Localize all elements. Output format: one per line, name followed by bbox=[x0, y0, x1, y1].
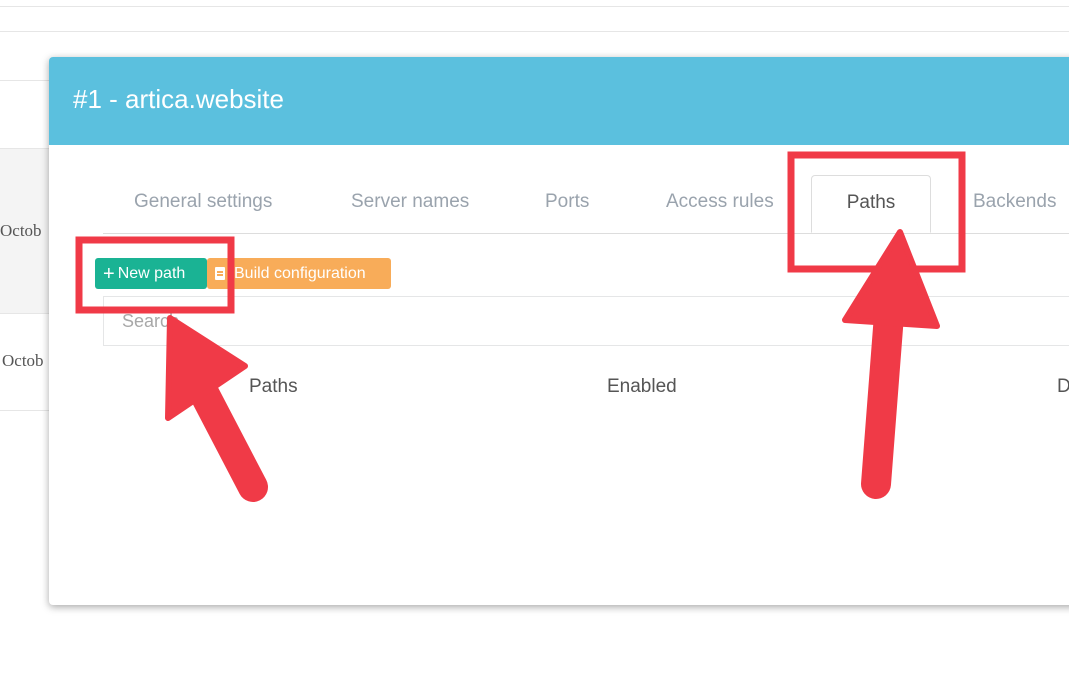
new-path-button[interactable]: + New path bbox=[95, 258, 207, 289]
tabs-divider bbox=[103, 233, 1069, 234]
plus-icon: + bbox=[103, 262, 115, 285]
column-header-enabled[interactable]: Enabled bbox=[607, 376, 677, 398]
build-configuration-label: Build configuration bbox=[234, 264, 366, 282]
tab-backends[interactable]: Backends bbox=[973, 191, 1056, 213]
column-header-d[interactable]: D bbox=[1057, 376, 1069, 398]
column-header-paths[interactable]: Paths bbox=[249, 376, 298, 398]
new-path-label: New path bbox=[117, 264, 186, 282]
divider bbox=[0, 6, 1069, 7]
tab-ports[interactable]: Ports bbox=[545, 191, 589, 213]
divider bbox=[0, 31, 1069, 32]
tab-general-settings[interactable]: General settings bbox=[134, 191, 272, 213]
tab-access-rules[interactable]: Access rules bbox=[666, 191, 774, 213]
site-modal: #1 - artica.website General settings Ser… bbox=[49, 57, 1069, 605]
tab-paths[interactable]: Paths bbox=[811, 175, 931, 233]
search-input[interactable] bbox=[103, 296, 1069, 346]
modal-title: #1 - artica.website bbox=[73, 84, 284, 114]
modal-header: #1 - artica.website bbox=[49, 57, 1069, 145]
build-configuration-button[interactable]: Build configuration bbox=[207, 258, 391, 289]
document-icon bbox=[215, 267, 225, 280]
tab-server-names[interactable]: Server names bbox=[351, 191, 469, 213]
background-cell-text: Octob bbox=[0, 221, 42, 240]
background-cell-text: Octob bbox=[2, 351, 44, 370]
